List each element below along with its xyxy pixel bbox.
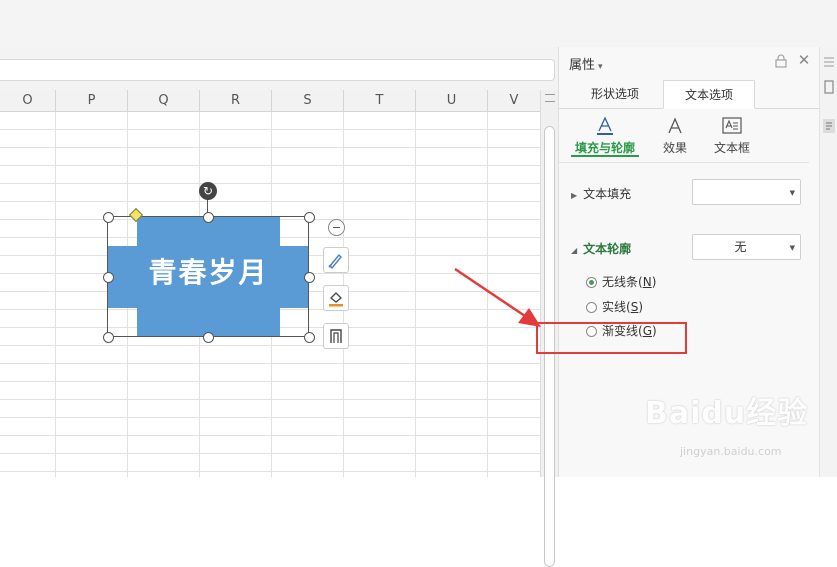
subtab-effects-label: 效果	[662, 141, 687, 155]
tab-shape-options[interactable]: 形状选项	[573, 80, 657, 109]
subtab-textbox-label: 文本框	[713, 141, 750, 155]
text-effect-icon	[668, 117, 682, 134]
fill-bucket-icon	[329, 292, 343, 307]
text-outline-toggle[interactable]: ◢ 文本轮廓	[571, 240, 631, 257]
radio-no-line-key: N	[642, 275, 652, 289]
column-header-v[interactable]: V	[488, 90, 540, 111]
collapse-toolbar-icon[interactable]	[328, 219, 345, 236]
menu-icon[interactable]	[823, 55, 835, 69]
properties-icon[interactable]	[823, 119, 835, 133]
resize-handle-top-right[interactable]	[304, 212, 315, 223]
radio-solid-line-label: 实线	[602, 300, 627, 314]
subtab-active-indicator	[571, 155, 639, 157]
panel-title[interactable]: 属性 ▾	[569, 54, 603, 73]
text-outline-label: 文本轮廓	[583, 242, 632, 256]
subtab-effects[interactable]: 效果	[651, 115, 699, 156]
column-header-u[interactable]: U	[416, 90, 488, 111]
annotation-highlight-box	[536, 322, 687, 354]
text-fill-toggle[interactable]: ▶ 文本填充	[571, 185, 631, 202]
shape-text[interactable]: 青春岁月	[108, 217, 309, 337]
resize-handle-top-left[interactable]	[103, 212, 114, 223]
radio-solid-line-key: S	[630, 300, 639, 314]
panel-title-text: 属性	[569, 58, 596, 73]
top-toolbar	[0, 0, 837, 47]
subtab-textbox[interactable]: 文本框	[707, 115, 757, 156]
panel-tabs: 形状选项 文本选项	[559, 79, 820, 109]
dropdown-arrow-icon: ▼	[789, 189, 795, 197]
panel-icon[interactable]	[823, 80, 835, 94]
column-header-t[interactable]: T	[344, 90, 416, 111]
expand-down-icon: ◢	[571, 246, 578, 255]
expand-right-icon: ▶	[571, 191, 578, 200]
subtab-fill-outline[interactable]: 填充与轮廓	[571, 115, 639, 156]
outline-icon	[330, 329, 342, 343]
formula-bar[interactable]	[0, 59, 555, 81]
resize-handle-right[interactable]	[304, 272, 315, 283]
resize-handle-bottom[interactable]	[203, 332, 214, 343]
shape-fill-button[interactable]	[323, 285, 349, 311]
resize-handle-top[interactable]	[203, 212, 214, 223]
divider	[559, 162, 809, 163]
column-header-p[interactable]: P	[56, 90, 128, 111]
lock-icon[interactable]	[773, 53, 789, 69]
column-header-s[interactable]: S	[272, 90, 344, 111]
radio-no-line[interactable]: 无线条(N)	[586, 274, 656, 290]
watermark-url: jingyan.baidu.com	[680, 445, 782, 458]
column-header-r[interactable]: R	[200, 90, 272, 111]
column-header-o[interactable]: O	[0, 90, 56, 111]
dropdown-arrow-icon: ▼	[789, 244, 795, 252]
text-outline-value: 无	[734, 240, 747, 254]
radio-solid-line[interactable]: 实线(S)	[586, 299, 643, 315]
column-header: O P Q R S T U V	[0, 90, 540, 112]
resize-handle-left[interactable]	[103, 272, 114, 283]
radio-no-line-label: 无线条	[602, 275, 639, 289]
radio-dot	[586, 302, 597, 313]
text-fill-label: 文本填充	[583, 187, 632, 201]
textbox-icon	[722, 117, 742, 134]
resize-handle-bottom-right[interactable]	[304, 332, 315, 343]
shape-style-button[interactable]	[323, 247, 349, 273]
vertical-scrollbar[interactable]	[540, 90, 558, 567]
shape-outline-button[interactable]	[323, 323, 349, 349]
brush-icon	[328, 253, 342, 270]
rotate-handle-icon[interactable]: ↻	[199, 182, 217, 200]
resize-handle-bottom-left[interactable]	[103, 332, 114, 343]
caret-down-icon: ▾	[598, 62, 603, 72]
subtab-fill-outline-label: 填充与轮廓	[574, 141, 635, 155]
rotate-stem	[207, 199, 208, 213]
watermark-logo: Baidu经验	[645, 396, 809, 431]
column-header-q[interactable]: Q	[128, 90, 200, 111]
radio-dot	[586, 277, 597, 288]
tab-text-options[interactable]: 文本选项	[663, 80, 755, 109]
close-icon[interactable]: ✕	[796, 52, 812, 68]
text-outline-dropdown[interactable]: 无 ▼	[692, 234, 801, 260]
text-fill-icon	[597, 116, 613, 135]
side-strip	[819, 47, 837, 477]
text-fill-dropdown[interactable]: ▼	[692, 179, 801, 205]
plus-shape[interactable]: 青春岁月	[108, 217, 309, 337]
split-grip-icon[interactable]	[545, 94, 555, 102]
